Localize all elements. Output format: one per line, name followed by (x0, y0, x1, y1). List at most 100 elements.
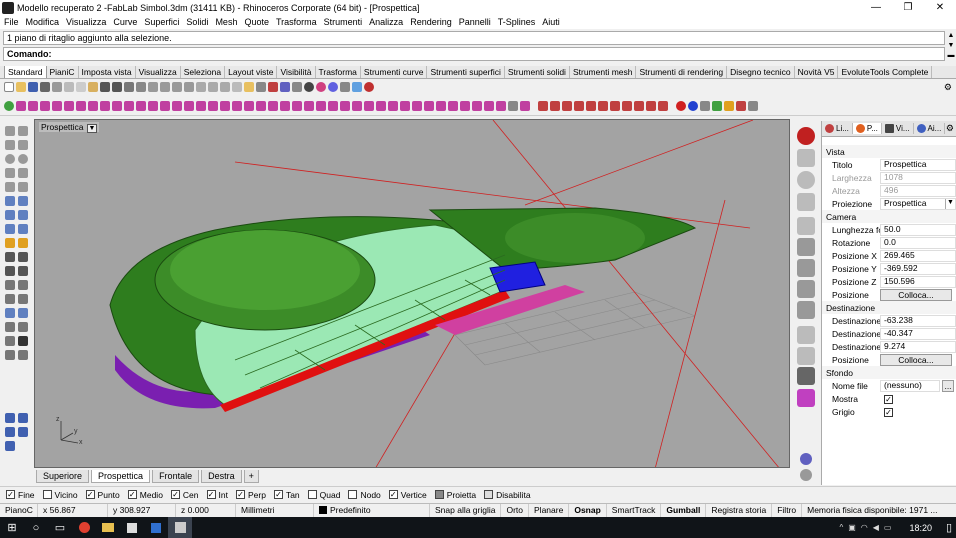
tab-superiore[interactable]: Superiore (36, 469, 90, 483)
viewport-menu-icon[interactable]: ▼ (86, 124, 98, 133)
osnap-medio[interactable]: ✓ Medio (127, 490, 163, 500)
join-icon[interactable] (5, 266, 15, 276)
tools-icon[interactable] (797, 347, 815, 365)
osnap-fine-checkbox[interactable]: ✓ (6, 490, 15, 499)
tab-seleziona[interactable]: Seleziona (180, 66, 226, 78)
ts-symmetry-icon[interactable] (292, 101, 302, 111)
curve-icon[interactable] (5, 182, 15, 192)
chrome-icon[interactable] (72, 517, 96, 538)
et-tool-9-icon[interactable] (634, 101, 644, 111)
rotate-icon[interactable] (5, 294, 15, 304)
cube-view-3-icon[interactable] (797, 280, 815, 298)
proiezione-select[interactable]: Prospettica ▼ (880, 197, 956, 210)
light-icon[interactable] (340, 82, 350, 92)
panel-tab-views[interactable]: Vi... (882, 123, 914, 134)
menu-strumenti[interactable]: Strumenti (324, 17, 363, 27)
settings-orb-icon[interactable] (800, 453, 812, 465)
ts-standard-icon[interactable] (376, 101, 386, 111)
osnap-vicino-checkbox[interactable] (42, 490, 52, 499)
status-osnap[interactable]: Osnap (569, 504, 607, 517)
search-icon[interactable]: ○ (24, 517, 48, 538)
osnap-disabilita-checkbox[interactable] (484, 490, 494, 499)
osnap-int-checkbox[interactable]: ✓ (206, 490, 216, 499)
cube-view-2-icon[interactable] (797, 259, 815, 277)
tab-trasforma[interactable]: Trasforma (315, 66, 361, 78)
osnap-disabilita[interactable]: Disabilita (484, 490, 531, 500)
light-warning-icon[interactable] (724, 101, 734, 111)
command-input[interactable] (55, 48, 944, 60)
notifications-icon[interactable]: ▯ (942, 517, 956, 538)
osnap-perp-checkbox[interactable]: ✓ (235, 490, 245, 499)
osnap-int[interactable]: ✓ Int (206, 490, 228, 500)
section-destinazione[interactable]: Destinazione (822, 301, 956, 314)
status-history[interactable]: Registra storia (706, 504, 773, 517)
osnap-toggle-icon[interactable] (5, 427, 15, 437)
osnap-medio-checkbox[interactable]: ✓ (127, 490, 137, 499)
close-button[interactable]: ✕ (924, 0, 956, 15)
file-explorer-icon[interactable] (96, 517, 120, 538)
perspective-viewport[interactable]: Prospettica ▼ x y z (34, 119, 790, 468)
ts-bridge-icon[interactable] (184, 101, 194, 111)
menu-pannelli[interactable]: Pannelli (459, 17, 491, 27)
et-tool-1-icon[interactable] (538, 101, 548, 111)
explode-icon[interactable] (18, 266, 28, 276)
open-file-icon[interactable] (16, 82, 26, 92)
fillet-icon[interactable] (5, 238, 15, 248)
tab-destra[interactable]: Destra (201, 469, 242, 483)
pan-icon[interactable] (124, 82, 134, 92)
ts-extrude-icon[interactable] (112, 101, 122, 111)
solid-box-icon[interactable] (5, 210, 15, 220)
ts-delete-icon[interactable] (256, 101, 266, 111)
mostra-checkbox[interactable]: ✓ (884, 394, 893, 404)
rotate-view-icon[interactable] (136, 82, 146, 92)
check-icon[interactable] (18, 336, 28, 346)
osnap-proietta[interactable]: Proietta (434, 490, 476, 500)
menu-rendering[interactable]: Rendering (410, 17, 452, 27)
ts-rebuild-icon[interactable] (388, 101, 398, 111)
ts-sweep-icon[interactable] (136, 101, 146, 111)
globe-icon[interactable] (797, 171, 815, 189)
osnap-proietta-checkbox[interactable] (434, 490, 444, 499)
tab-novita-v5[interactable]: Novità V5 (794, 66, 839, 78)
import-icon[interactable] (52, 82, 62, 92)
ts-convert-icon[interactable] (172, 101, 182, 111)
render-tool-icon[interactable] (736, 101, 746, 111)
render-icon[interactable] (328, 82, 338, 92)
tab-imposta-vista[interactable]: Imposta vista (78, 66, 136, 78)
osnap-punto[interactable]: ✓ Punto (85, 490, 120, 500)
rhino-taskbar-icon[interactable] (168, 517, 192, 538)
volume-icon[interactable]: ◀ (873, 523, 879, 532)
panel-tab-properties[interactable]: P... (852, 123, 882, 134)
match-properties-icon[interactable] (292, 82, 302, 92)
tab-pianic[interactable]: PianiC (46, 66, 79, 78)
blue-sphere-icon[interactable] (688, 101, 698, 111)
ts-crease-icon[interactable] (220, 101, 230, 111)
display-icon[interactable] (797, 367, 815, 385)
target-x-field[interactable]: -63.238 (880, 314, 956, 327)
trim-icon[interactable] (5, 252, 15, 262)
polyline-icon[interactable] (18, 140, 28, 150)
menu-visualizza[interactable]: Visualizza (66, 17, 106, 27)
extrude-icon[interactable] (18, 196, 28, 206)
viewport-layout-icon[interactable] (208, 82, 218, 92)
undo-icon[interactable] (100, 82, 110, 92)
ts-weld-icon[interactable] (196, 101, 206, 111)
tab-layout-viste[interactable]: Layout viste (225, 66, 278, 78)
target-z-field[interactable]: 9.274 (880, 340, 956, 353)
copy-icon[interactable] (76, 82, 86, 92)
split-icon[interactable] (18, 252, 28, 262)
menu-file[interactable]: File (4, 17, 19, 27)
status-filter[interactable]: Filtro (772, 504, 803, 517)
ts-show-icon[interactable] (496, 101, 506, 111)
properties-icon[interactable] (280, 82, 290, 92)
tab-prospettica[interactable]: Prospettica (91, 469, 151, 483)
osnap-fine[interactable]: ✓ Fine (6, 490, 35, 500)
toolbar-options-icon[interactable]: ⚙ (944, 82, 952, 93)
task-view-icon[interactable]: ▭ (48, 517, 72, 538)
osnap-punto-checkbox[interactable]: ✓ (85, 490, 95, 499)
menu-analizza[interactable]: Analizza (369, 17, 403, 27)
red-sphere-icon[interactable] (676, 101, 686, 111)
section-vista[interactable]: Vista (822, 145, 956, 158)
tab-strumenti-mesh[interactable]: Strumenti mesh (569, 66, 637, 78)
ts-insert-edge-icon[interactable] (244, 101, 254, 111)
